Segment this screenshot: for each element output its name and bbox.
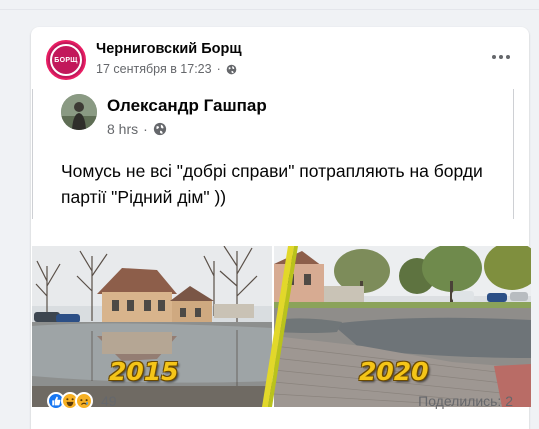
meta-separator-dot: · — [216, 62, 221, 76]
author-photo — [61, 94, 97, 130]
sad-icon — [75, 392, 93, 410]
meta-separator-dot: · — [143, 121, 148, 137]
globe-icon[interactable] — [153, 122, 167, 136]
page-avatar-text: БОРЩ — [54, 56, 78, 64]
author-post-time[interactable]: 8 hrs — [107, 121, 138, 137]
shared-post[interactable]: Олександр Гашпар 8 hrs · Чомусь не всі "… — [32, 89, 531, 407]
photo-year-left: 2015 — [109, 357, 179, 386]
shares-count-link[interactable]: Поделились: 2 — [418, 393, 513, 409]
page-avatar[interactable]: БОРЩ — [46, 40, 86, 80]
more-options-button[interactable] — [487, 45, 515, 69]
globe-icon[interactable] — [226, 64, 237, 75]
post-text: Чомусь не всі "добрі справи" потрапляють… — [61, 161, 483, 207]
feed-post-card: БОРЩ Черниговский Борщ 17 сентября в 17:… — [31, 27, 531, 429]
page-name-link[interactable]: Черниговский Борщ — [96, 41, 242, 57]
more-dot-icon — [492, 55, 496, 59]
author-name-link[interactable]: Олександр Гашпар — [107, 96, 267, 116]
feed-top-divider — [0, 0, 539, 10]
photo-year-right: 2020 — [359, 357, 429, 386]
more-dot-icon — [506, 55, 510, 59]
photo-comparison-image — [32, 246, 531, 407]
author-meta: 8 hrs · — [107, 121, 167, 137]
more-dot-icon — [499, 55, 503, 59]
author-avatar[interactable] — [61, 94, 97, 130]
reaction-count[interactable]: 49 — [101, 393, 117, 409]
reactions-summary[interactable]: 49 — [47, 392, 117, 410]
post-photo[interactable]: 2015 2020 — [32, 246, 531, 407]
page-avatar-ring: БОРЩ — [50, 44, 82, 76]
post-meta: 17 сентября в 17:23 · — [96, 62, 237, 76]
post-timestamp[interactable]: 17 сентября в 17:23 — [96, 62, 212, 76]
